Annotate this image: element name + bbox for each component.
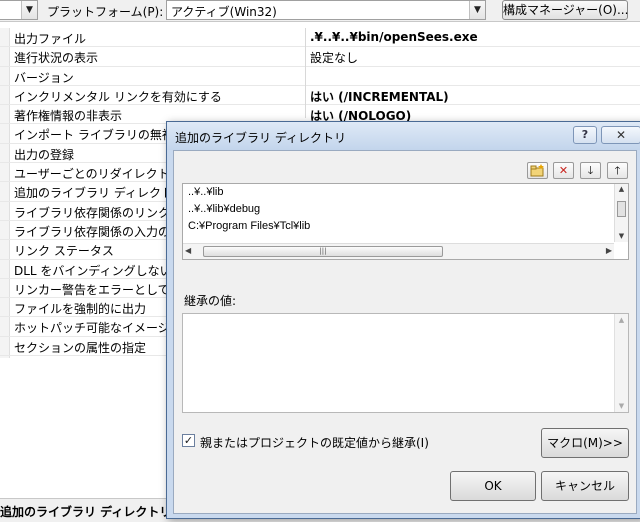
list-item[interactable]: C:¥Program Files¥Tcl¥lib	[188, 220, 310, 232]
arrow-up-icon: 🡑	[614, 164, 621, 177]
property-name: バージョン	[14, 70, 74, 85]
property-name: 追加のライブラリ ディレクトリ	[14, 186, 185, 201]
close-button[interactable]: ✕	[601, 126, 640, 144]
property-name: 出力ファイル	[14, 32, 87, 46]
property-name: ユーザーごとのリダイレクト	[14, 167, 170, 182]
property-row[interactable]: 進行状況の表示 設定なし	[0, 47, 640, 67]
property-name: リンカー警告をエラーとして扱	[14, 282, 182, 297]
inherit-checkbox-label[interactable]: 親またはプロジェクトの既定値から継承(I)	[200, 434, 429, 451]
property-name: インポート ライブラリの無視	[14, 128, 174, 143]
scrollbar-thumb[interactable]	[617, 201, 626, 217]
chevron-down-icon: ▼	[469, 1, 485, 19]
top-toolbar: ▼ プラットフォーム(P): アクティブ(Win32) ▼ 構成マネージャー(O…	[0, 0, 640, 22]
property-name: 著作権情報の非表示	[14, 109, 123, 124]
property-row[interactable]: バージョン	[0, 67, 640, 86]
property-value: はい (/INCREMENTAL)	[310, 89, 449, 104]
macro-button[interactable]: マクロ(M)>>	[541, 428, 629, 458]
checkmark-icon: ✓	[183, 434, 194, 447]
move-down-button[interactable]: 🡓	[580, 162, 601, 179]
property-name: 進行状況の表示	[14, 51, 99, 66]
dialog-body: ✕ 🡓 🡑 ..¥..¥lib ..¥..¥lib¥debug C:¥Progr…	[173, 150, 637, 514]
description-title: 追加のライブラリ ディレクトリ	[0, 505, 172, 519]
scroll-down-icon[interactable]: ▼	[615, 231, 628, 242]
property-value: .¥..¥..¥bin/openSees.exe	[310, 30, 478, 44]
platform-dropdown[interactable]: アクティブ(Win32) ▼	[166, 0, 486, 20]
platform-label: プラットフォーム(P):	[47, 5, 164, 19]
scroll-left-icon[interactable]: ◀	[185, 246, 191, 255]
property-name: DLL をバインディングしない	[14, 263, 172, 278]
property-name: ライブラリ依存関係のリンク	[14, 205, 171, 220]
help-icon: ?	[581, 128, 589, 141]
property-name: 出力の登録	[14, 147, 75, 162]
property-name: インクリメンタル リンクを有効にする	[14, 89, 222, 104]
vertical-scrollbar[interactable]: ▲ ▼	[614, 184, 628, 242]
inherited-values-box: ▲ ▼	[182, 313, 629, 413]
help-button[interactable]: ?	[573, 126, 597, 144]
platform-value: アクティブ(Win32)	[171, 5, 277, 19]
vertical-scrollbar[interactable]: ▲ ▼	[614, 314, 628, 412]
chevron-down-icon: ▼	[21, 1, 37, 19]
cancel-button[interactable]: キャンセル	[541, 471, 629, 501]
property-name: ファイルを強制的に出力	[14, 302, 147, 317]
close-icon: ✕	[615, 128, 627, 142]
arrow-down-icon: 🡓	[587, 164, 594, 177]
scrollbar-thumb[interactable]: |||	[203, 246, 443, 257]
list-item[interactable]: ..¥..¥lib	[188, 186, 223, 198]
delete-button[interactable]: ✕	[553, 162, 574, 179]
list-item[interactable]: ..¥..¥lib¥debug	[188, 203, 260, 215]
configuration-dropdown[interactable]: ▼	[0, 0, 38, 20]
ok-button[interactable]: OK	[450, 471, 536, 501]
property-name: ライブラリ依存関係の入力の使	[14, 224, 183, 239]
property-name: ホットパッチ可能なイメージの	[14, 321, 182, 336]
grid-column-divider	[305, 28, 306, 118]
additional-library-directories-dialog: 追加のライブラリ ディレクトリ ? ✕ ✕ 🡓 🡑 ..¥..¥lib ..¥.…	[166, 121, 640, 519]
property-name: セクションの属性の指定	[14, 340, 147, 355]
scroll-right-icon[interactable]: ▶	[606, 246, 612, 255]
directory-list[interactable]: ..¥..¥lib ..¥..¥lib¥debug C:¥Program Fil…	[182, 183, 629, 260]
new-folder-icon	[530, 164, 544, 177]
configuration-manager-button[interactable]: 構成マネージャー(O)...	[502, 0, 628, 20]
scroll-down-icon[interactable]: ▼	[615, 402, 628, 410]
property-row[interactable]: インクリメンタル リンクを有効にする はい (/INCREMENTAL)	[0, 86, 640, 106]
dialog-titlebar[interactable]: 追加のライブラリ ディレクトリ ? ✕	[167, 122, 640, 150]
property-name: リンク ステータス	[14, 244, 114, 259]
new-line-button[interactable]	[527, 162, 548, 179]
scroll-up-icon[interactable]: ▲	[615, 184, 628, 195]
property-row[interactable]: 出力ファイル .¥..¥..¥bin/openSees.exe	[0, 28, 640, 48]
delete-icon: ✕	[558, 164, 569, 177]
move-up-button[interactable]: 🡑	[607, 162, 628, 179]
inherit-checkbox[interactable]: ✓	[182, 434, 195, 447]
horizontal-scrollbar[interactable]: ◀ ||| ▶	[183, 243, 614, 259]
inherited-values-label: 継承の値:	[184, 294, 237, 308]
dialog-title: 追加のライブラリ ディレクトリ	[175, 131, 346, 145]
scroll-up-icon[interactable]: ▲	[615, 316, 628, 324]
property-value: 設定なし	[310, 51, 359, 66]
